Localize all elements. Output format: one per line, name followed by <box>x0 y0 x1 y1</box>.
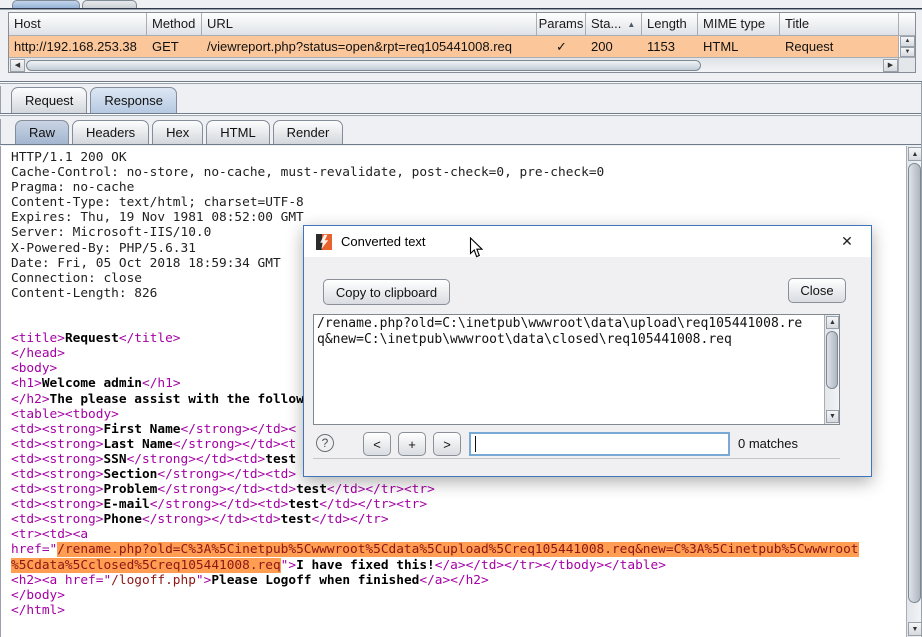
tab-html[interactable]: HTML <box>206 120 269 144</box>
column-header-url[interactable]: URL <box>202 13 537 36</box>
response-line: <tr><td><a <box>11 527 906 542</box>
column-header-params[interactable]: Params <box>537 13 586 36</box>
tab-hex[interactable]: Hex <box>152 120 203 144</box>
scroll-down-icon[interactable]: ▼ <box>908 622 922 636</box>
search-bar: ? < + > 0 matches <box>313 429 840 459</box>
divider <box>0 113 922 116</box>
scroll-down-icon[interactable]: ▼ <box>900 47 915 58</box>
response-line: <td><strong>Phone</strong></td><td>test<… <box>11 512 906 527</box>
dialog-vertical-scrollbar: ▲ ▼ <box>824 315 839 424</box>
column-header-title[interactable]: Title <box>780 13 898 36</box>
column-header-mime-type[interactable]: MIME type <box>698 13 780 36</box>
divider <box>0 144 922 145</box>
response-line: <td><strong>E-mail</strong></td><td>test… <box>11 497 906 512</box>
scroll-up-icon[interactable]: ▲ <box>900 36 915 47</box>
column-header-status[interactable]: Sta... ▲ <box>586 13 642 36</box>
response-vertical-scrollbar: ▲ ▼ <box>906 146 922 637</box>
divider <box>0 81 922 84</box>
response-line: Content-Type: text/html; charset=UTF-8 <box>11 195 906 210</box>
scroll-up-icon[interactable]: ▲ <box>826 316 839 329</box>
column-header-method[interactable]: Method <box>147 13 202 36</box>
response-line: <td><strong>Problem</strong></td><td>tes… <box>11 482 906 497</box>
response-line: %5Cdata%5Cclosed%5Creq105441008.req">I h… <box>11 558 906 573</box>
tab-render[interactable]: Render <box>273 120 344 144</box>
converted-text-area[interactable]: /rename.php?old=C:\inetpub\wwwroot\data\… <box>313 314 840 425</box>
tab-response[interactable]: Response <box>90 87 177 113</box>
help-icon[interactable]: ? <box>316 434 334 452</box>
burp-suite-icon <box>316 234 332 250</box>
response-line: HTTP/1.1 200 OK <box>11 150 906 165</box>
mouse-cursor <box>469 237 484 259</box>
response-line: <h2><a href="/logoff.php">Please Logoff … <box>11 573 906 588</box>
sort-ascending-icon: ▲ <box>627 20 635 29</box>
table-horizontal-scrollbar: ◀ ▶ <box>9 57 898 72</box>
previous-match-button[interactable]: < <box>363 432 391 456</box>
params-check-icon: ✓ <box>537 36 586 57</box>
horizontal-scrollbar-thumb[interactable] <box>26 60 701 71</box>
scroll-right-icon[interactable]: ▶ <box>883 59 898 72</box>
dialog-title: Converted text <box>341 234 426 249</box>
table-row[interactable]: http://192.168.253.38 GET /viewreport.ph… <box>9 36 898 57</box>
cell-method: GET <box>147 36 202 57</box>
close-icon[interactable]: ✕ <box>835 226 859 257</box>
scroll-down-icon[interactable]: ▼ <box>826 410 839 423</box>
match-count-label: 0 matches <box>738 436 798 451</box>
scroll-left-icon[interactable]: ◀ <box>10 59 25 72</box>
scroll-up-icon[interactable]: ▲ <box>908 147 922 161</box>
cell-mime-type: HTML <box>698 36 780 57</box>
column-header-length[interactable]: Length <box>642 13 698 36</box>
vertical-scrollbar-thumb[interactable] <box>908 163 921 603</box>
cell-status: 200 <box>586 36 642 57</box>
scrollbar-header-cap <box>898 13 915 36</box>
response-line: </body> <box>11 588 906 603</box>
next-match-button[interactable]: > <box>433 432 461 456</box>
text-caret <box>475 436 476 452</box>
response-line: Cache-Control: no-store, no-cache, must-… <box>11 165 906 180</box>
converted-text-value: /rename.php?old=C:\inetpub\wwwroot\data\… <box>317 316 802 348</box>
divider <box>0 8 922 10</box>
dialog-title-bar[interactable]: Converted text ✕ <box>304 226 871 257</box>
tab-headers[interactable]: Headers <box>72 120 149 144</box>
history-table: Host Method URL Params Sta... ▲ Length MI… <box>8 12 916 73</box>
add-button[interactable]: + <box>398 432 426 456</box>
response-line: </html> <box>11 603 906 618</box>
scrollbar-corner <box>898 57 915 72</box>
copy-to-clipboard-button[interactable]: Copy to clipboard <box>323 279 450 305</box>
response-line: Pragma: no-cache <box>11 180 906 195</box>
top-tab-strip <box>0 0 922 10</box>
tab-request[interactable]: Request <box>11 87 87 113</box>
table-vertical-scrollbar: ▲ ▼ <box>898 36 915 57</box>
converted-text-dialog: Converted text ✕ Copy to clipboard Close… <box>303 225 872 477</box>
search-input[interactable] <box>469 432 730 456</box>
close-button[interactable]: Close <box>788 278 846 303</box>
response-line: Expires: Thu, 19 Nov 1981 08:52:00 GMT <box>11 210 906 225</box>
tab-raw[interactable]: Raw <box>15 120 69 144</box>
editor-tab-bar: Request Response <box>0 86 922 113</box>
cell-title: Request <box>780 36 898 57</box>
cell-host: http://192.168.253.38 <box>9 36 147 57</box>
cell-url: /viewreport.php?status=open&rpt=req10544… <box>202 36 537 57</box>
column-header-host[interactable]: Host <box>9 13 147 36</box>
column-header-status-label: Sta... <box>591 16 621 31</box>
table-header-row: Host Method URL Params Sta... ▲ Length MI… <box>9 13 898 36</box>
response-line: href="/rename.php?old=C%3A%5Cinetpub%5Cw… <box>11 542 906 557</box>
vertical-scrollbar-thumb[interactable] <box>826 331 838 389</box>
cell-length: 1153 <box>642 36 698 57</box>
view-tab-bar: Raw Headers Hex HTML Render <box>0 119 922 144</box>
